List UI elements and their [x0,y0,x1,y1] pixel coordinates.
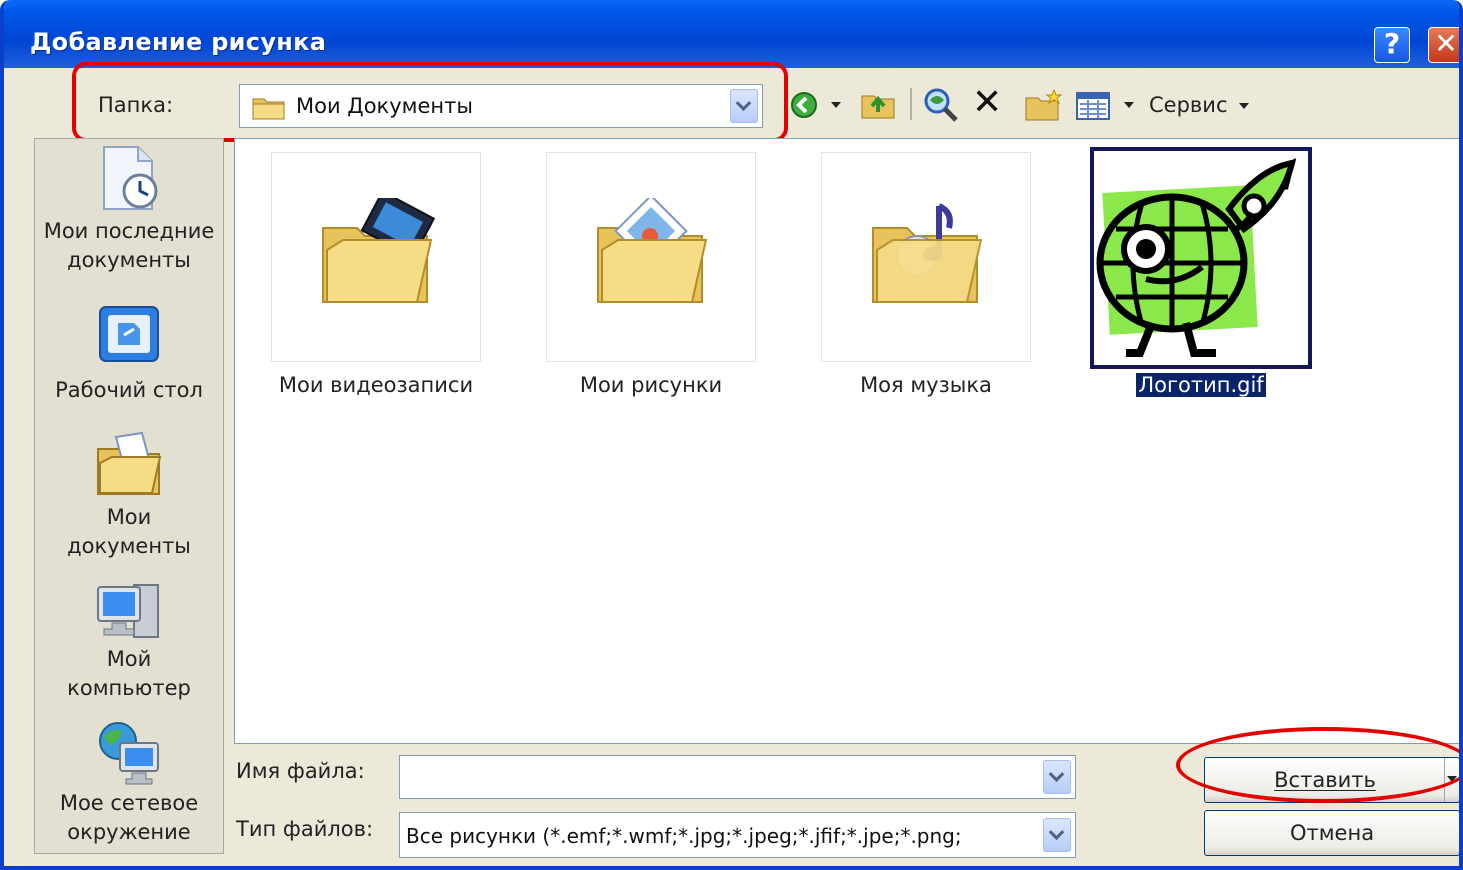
toolbar-separator [910,88,912,120]
logo-image-thumbnail [1094,151,1308,365]
filename-input[interactable] [399,755,1076,799]
my-documents-icon [97,431,162,495]
place-label: документы [67,534,191,558]
file-thumbnail [821,152,1031,362]
file-thumbnail [271,152,481,362]
file-label: Логотип.gif [1135,372,1267,398]
place-label: Мой [106,647,152,671]
back-dropdown-icon[interactable] [830,101,842,109]
filetype-select[interactable]: Все рисунки (*.emf;*.wmf;*.jpg;*.jpeg;*.… [399,812,1076,858]
delete-icon[interactable]: ✕ [972,82,1002,123]
cancel-button[interactable]: Отмена [1204,810,1459,856]
file-thumbnail-selected [1090,147,1312,369]
up-folder-icon[interactable] [860,88,896,120]
file-label-selected: Логотип.gif [1071,372,1331,398]
place-label: Мое сетевое [59,791,199,815]
insert-picture-dialog: Добавление рисунка ? ✕ Папка: Мои Докуме… [0,0,1463,870]
insert-highlight-annotation [1176,727,1459,803]
filename-dropdown-arrow[interactable] [1043,760,1071,794]
place-label: документы [67,248,191,272]
place-label: Мои последние [43,219,215,243]
close-button[interactable]: ✕ [1428,27,1459,63]
pictures-folder-icon [597,198,708,303]
filetype-label: Тип файлов: [236,817,374,841]
music-folder-icon [872,203,983,303]
file-label: Моя музыка [860,373,992,397]
filetype-dropdown-arrow[interactable] [1043,818,1071,852]
file-label: Мои рисунки [579,373,723,397]
file-list[interactable]: Мои видеозаписи Мои рисунки Моя музыка Л… [234,138,1459,744]
recent-docs-icon [103,146,158,210]
title-bar[interactable]: Добавление рисунка ? ✕ [4,0,1459,68]
places-bar: Мои последние документы Рабочий стол Мои… [34,138,224,854]
chevron-down-icon [1239,103,1250,109]
views-icon[interactable] [1076,92,1110,120]
tools-menu[interactable]: Сервис [1149,93,1250,117]
filetype-value: Все рисунки (*.emf;*.wmf;*.jpg;*.jpeg;*.… [406,824,962,848]
new-folder-icon[interactable] [1024,88,1062,122]
views-dropdown-icon[interactable] [1123,101,1135,109]
place-label: окружение [67,820,191,844]
window-title: Добавление рисунка [30,28,327,56]
help-button[interactable]: ? [1374,27,1410,63]
my-computer-icon [97,584,159,638]
file-thumbnail [546,152,756,362]
video-folder-icon [322,198,436,303]
tools-menu-label: Сервис [1149,93,1228,117]
place-label: Мои [106,505,152,529]
desktop-icon [99,306,159,362]
file-label: Мои видеозаписи [278,373,474,397]
filename-label: Имя файла: [236,759,365,783]
place-label: компьютер [67,676,191,700]
search-web-icon[interactable] [922,86,960,122]
folder-highlight-annotation [72,62,788,142]
back-icon[interactable] [790,91,818,119]
place-label: Рабочий стол [55,378,203,402]
cancel-button-label: Отмена [1289,821,1375,845]
network-places-icon [99,722,159,785]
